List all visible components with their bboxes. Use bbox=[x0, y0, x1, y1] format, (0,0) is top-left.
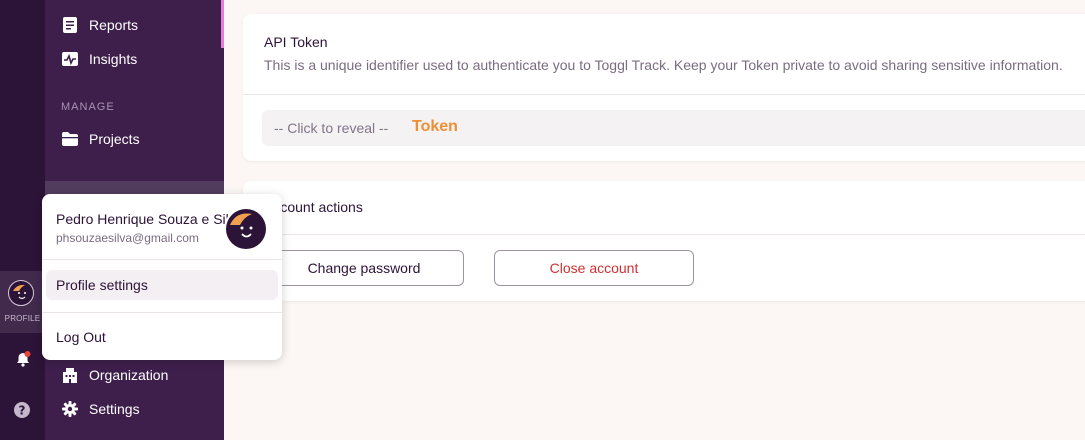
sidebar-item-projects[interactable]: Projects bbox=[45, 124, 224, 154]
svg-text:?: ? bbox=[19, 404, 26, 418]
api-token-title: API Token bbox=[264, 34, 328, 50]
click-to-reveal-text[interactable]: -- Click to reveal -- bbox=[274, 120, 388, 136]
section-label-manage: MANAGE bbox=[61, 101, 115, 113]
sidebar-item-label: Insights bbox=[89, 51, 138, 67]
sidebar-item-label: Settings bbox=[89, 401, 140, 417]
profile-avatar bbox=[8, 280, 34, 306]
profile-rail-label: PROFILE bbox=[4, 314, 41, 323]
menu-divider bbox=[42, 312, 282, 313]
change-password-button[interactable]: Change password bbox=[264, 250, 464, 286]
sidebar-item-reports[interactable]: Reports bbox=[45, 10, 224, 40]
sidebar-item-label: Projects bbox=[89, 131, 140, 147]
sidebar-item-settings[interactable]: Settings bbox=[45, 394, 224, 424]
sidebar-item-insights[interactable]: Insights bbox=[45, 44, 224, 74]
menu-divider bbox=[42, 259, 282, 260]
close-account-button[interactable]: Close account bbox=[494, 250, 694, 286]
sidebar-item-label: Organization bbox=[89, 367, 169, 383]
log-out-menu-item[interactable]: Log Out bbox=[46, 322, 278, 352]
card-divider bbox=[243, 94, 1085, 95]
notifications-bell-icon[interactable] bbox=[13, 349, 33, 369]
reports-icon bbox=[61, 16, 79, 34]
api-token-card: API Token This is a unique identifier us… bbox=[243, 14, 1085, 161]
gear-icon bbox=[61, 400, 79, 418]
sidebar-item-label: Reports bbox=[89, 17, 139, 33]
token-annotation: Token bbox=[412, 118, 458, 135]
token-field[interactable]: -- Click to reveal -- Token bbox=[262, 110, 1085, 146]
icon-rail: PROFILE ? bbox=[0, 0, 45, 440]
insights-icon bbox=[61, 50, 79, 68]
profile-rail-button[interactable]: PROFILE bbox=[0, 271, 45, 333]
help-icon[interactable]: ? bbox=[12, 400, 32, 420]
profile-email: phsouzaesilva@gmail.com bbox=[56, 231, 199, 245]
sidebar-item-organization[interactable]: Organization bbox=[45, 360, 224, 390]
profile-avatar bbox=[226, 209, 266, 249]
organization-icon bbox=[61, 366, 79, 384]
card-divider bbox=[243, 234, 1085, 235]
api-token-description: This is a unique identifier used to auth… bbox=[264, 57, 1063, 73]
profile-name: Pedro Henrique Souza e Silva bbox=[56, 211, 228, 227]
profile-menu-popup: Pedro Henrique Souza e Silva phsouzaesil… bbox=[42, 194, 282, 360]
folder-icon bbox=[61, 130, 79, 148]
profile-settings-menu-item[interactable]: Profile settings bbox=[46, 270, 278, 300]
